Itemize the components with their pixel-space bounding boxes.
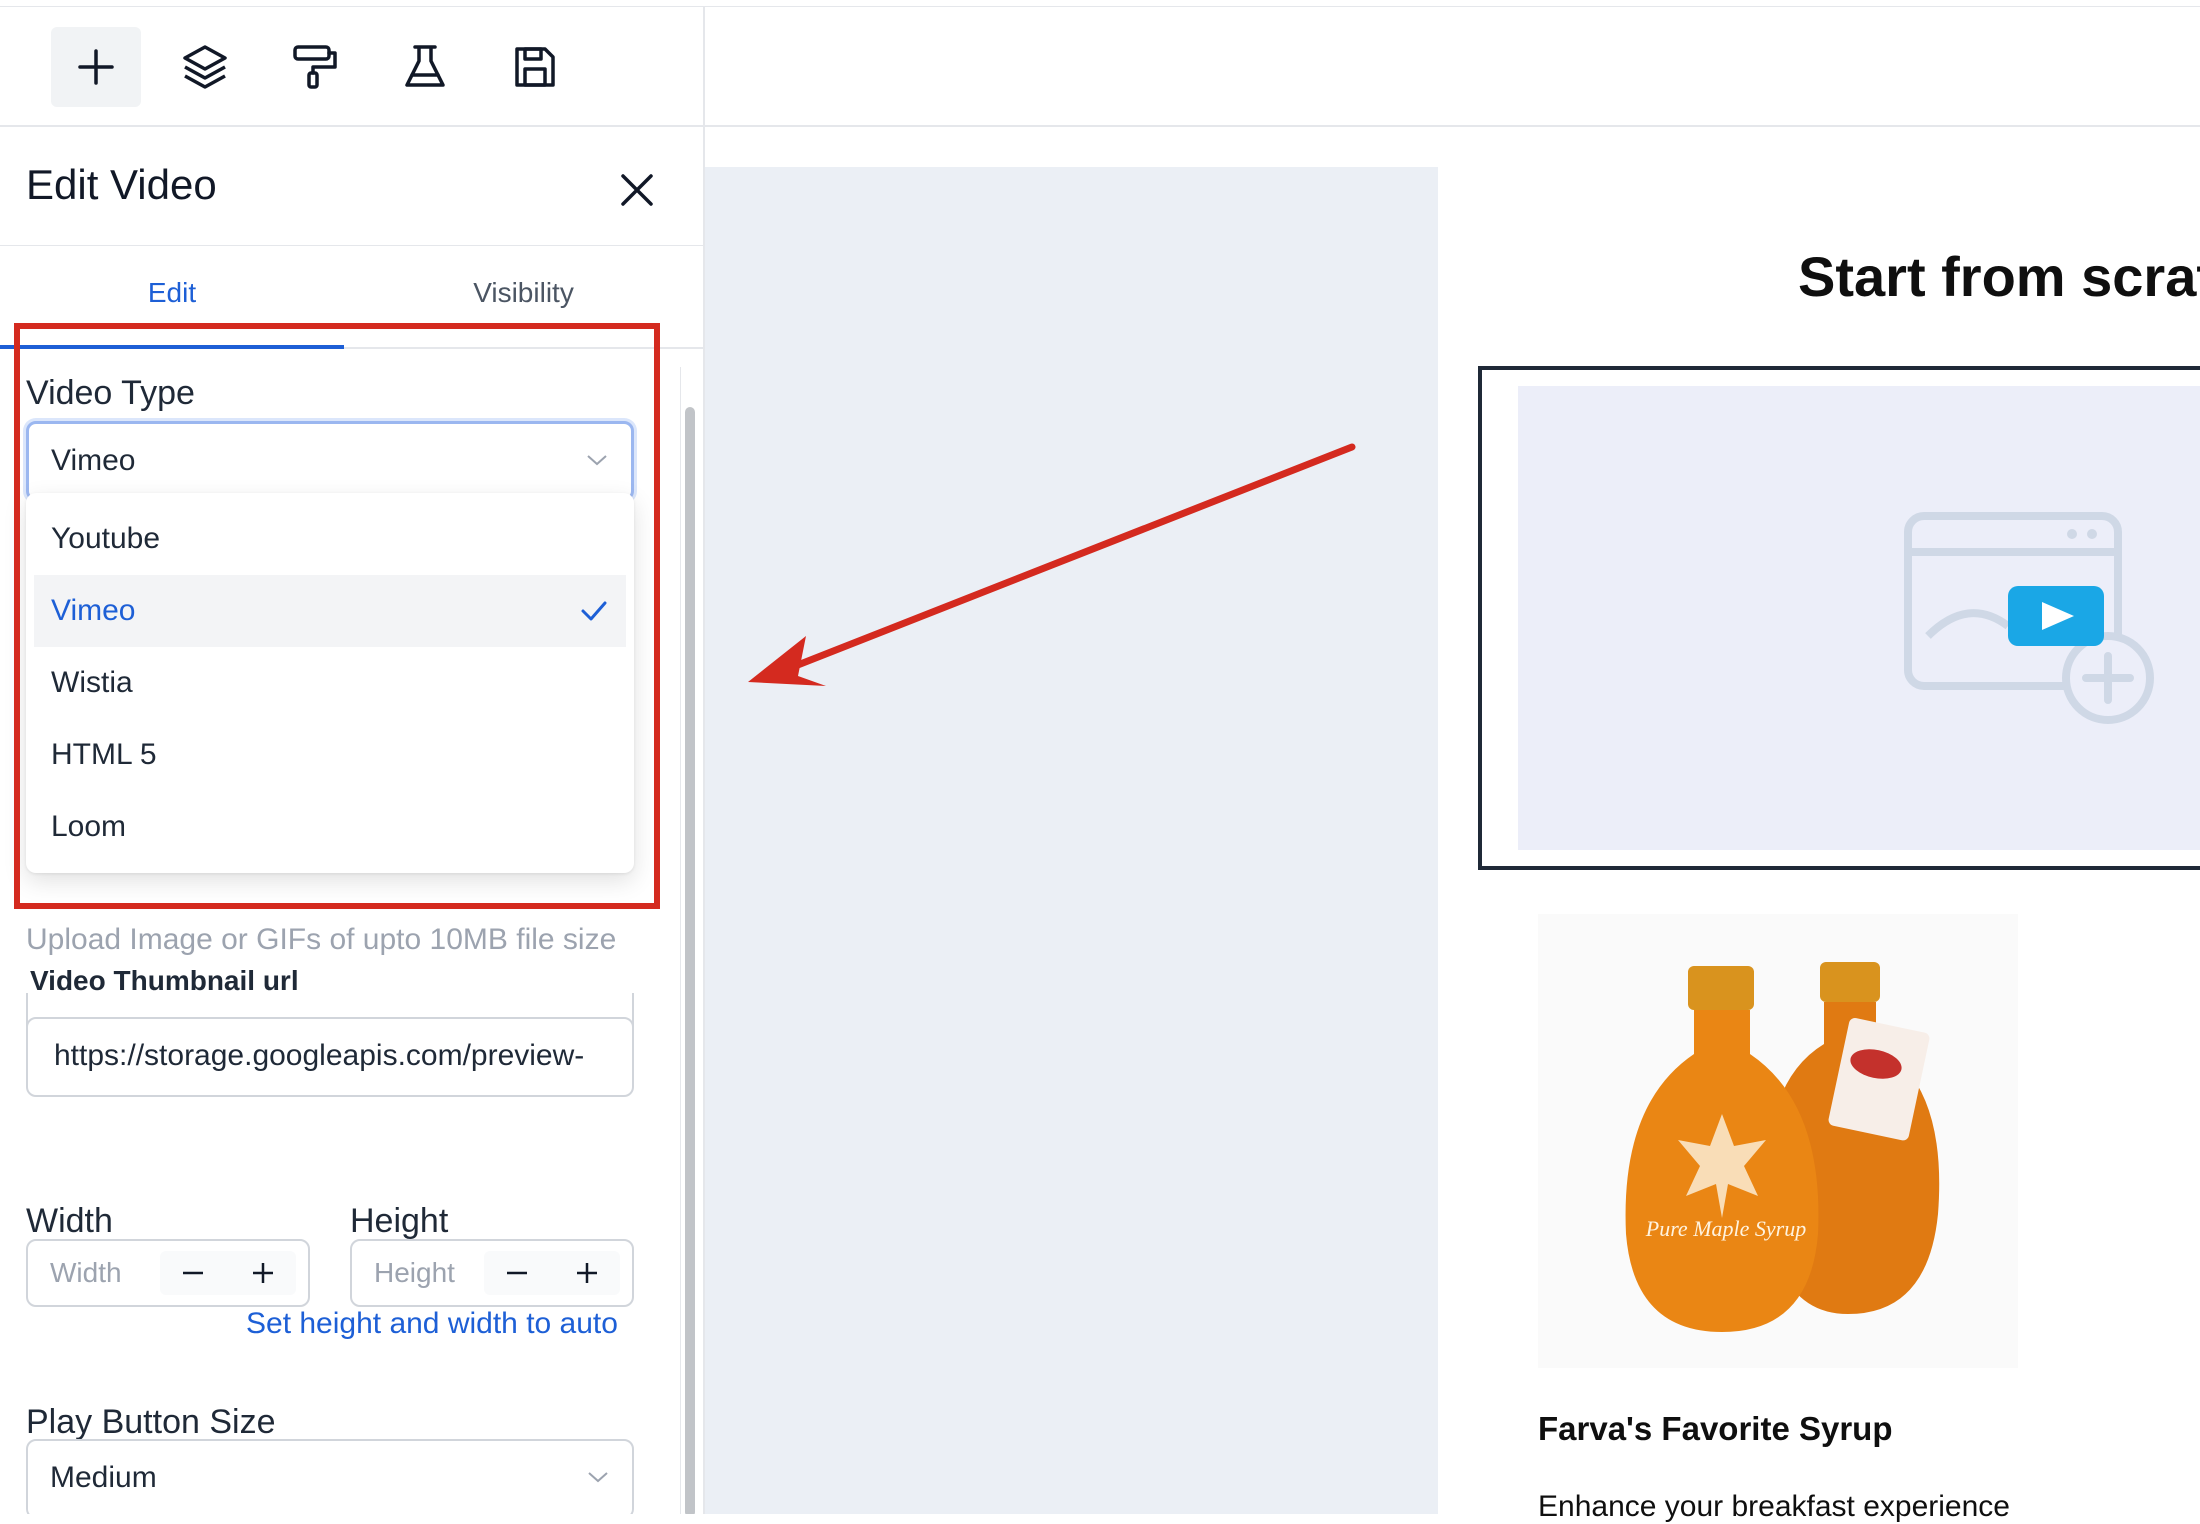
style-button[interactable] bbox=[270, 27, 360, 107]
close-button[interactable] bbox=[612, 165, 662, 215]
height-label: Height bbox=[350, 1202, 449, 1240]
page-title: Start from scrat bbox=[1798, 245, 2200, 308]
toolbar-spacer bbox=[705, 6, 2200, 127]
flask-icon bbox=[405, 45, 445, 87]
add-element-button[interactable] bbox=[51, 27, 141, 107]
height-increment-button[interactable] bbox=[554, 1251, 620, 1295]
maple-syrup-bottles-image: Pure Maple Syrup bbox=[1625, 962, 1940, 1332]
save-button[interactable] bbox=[490, 27, 580, 107]
width-stepper bbox=[160, 1251, 296, 1295]
tabs-divider bbox=[0, 245, 703, 246]
close-icon bbox=[621, 174, 653, 206]
play-button-size-value: Medium bbox=[50, 1461, 157, 1494]
height-placeholder: Height bbox=[374, 1257, 455, 1288]
width-label: Width bbox=[26, 1202, 113, 1240]
thumbnail-url-input[interactable]: https://storage.googleapis.com/preview- bbox=[26, 1017, 634, 1097]
set-auto-size-link[interactable]: Set height and width to auto bbox=[246, 1307, 618, 1341]
thumbnail-url-label: Video Thumbnail url bbox=[30, 965, 299, 996]
product-description: Enhance your breakfast experience bbox=[1538, 1490, 2010, 1523]
height-input[interactable]: Height bbox=[350, 1239, 634, 1307]
video-placeholder bbox=[1518, 386, 2200, 850]
panel-scrollbar[interactable] bbox=[680, 367, 699, 1514]
product-image: Pure Maple Syrup bbox=[1538, 914, 2018, 1368]
toolbar bbox=[0, 6, 705, 127]
tab-edit[interactable]: Edit bbox=[0, 277, 344, 309]
upload-hint: Upload Image or GIFs of upto 10MB file s… bbox=[26, 923, 617, 956]
annotation-arrow-icon bbox=[748, 443, 1356, 686]
play-button-size-label: Play Button Size bbox=[26, 1403, 276, 1441]
plus-icon bbox=[253, 1263, 273, 1283]
bottle-label-text: Pure Maple Syrup bbox=[1645, 1216, 1806, 1241]
play-button-size-select[interactable]: Medium bbox=[26, 1439, 634, 1514]
width-decrement-button[interactable] bbox=[160, 1251, 226, 1295]
paint-roller-icon bbox=[293, 45, 337, 89]
save-icon bbox=[515, 47, 555, 87]
height-decrement-button[interactable] bbox=[484, 1251, 550, 1295]
play-button[interactable] bbox=[2008, 586, 2104, 646]
tab-visibility[interactable]: Visibility bbox=[344, 277, 703, 309]
thumbnail-url-value: https://storage.googleapis.com/preview- bbox=[54, 1039, 585, 1072]
scrollbar-thumb[interactable] bbox=[685, 407, 695, 1514]
width-input[interactable]: Width bbox=[26, 1239, 310, 1307]
test-button[interactable] bbox=[380, 27, 470, 107]
chevron-down-icon bbox=[588, 1472, 608, 1483]
add-icon bbox=[78, 49, 114, 85]
width-increment-button[interactable] bbox=[230, 1251, 296, 1295]
play-icon bbox=[2042, 602, 2074, 630]
canvas-background bbox=[705, 167, 1438, 1514]
layers-icon bbox=[183, 45, 227, 89]
plus-icon bbox=[577, 1263, 597, 1283]
height-stepper bbox=[484, 1251, 620, 1295]
product-title: Farva's Favorite Syrup bbox=[1538, 1410, 1893, 1447]
minus-icon bbox=[183, 1271, 203, 1275]
minus-icon bbox=[507, 1271, 527, 1275]
layers-button[interactable] bbox=[160, 27, 250, 107]
highlight-box bbox=[14, 323, 660, 909]
edit-video-panel: Edit Video Edit Visibility Video Type Vi… bbox=[0, 127, 705, 1514]
video-element[interactable] bbox=[1478, 366, 2200, 870]
panel-title: Edit Video bbox=[26, 161, 217, 208]
width-placeholder: Width bbox=[50, 1257, 122, 1288]
